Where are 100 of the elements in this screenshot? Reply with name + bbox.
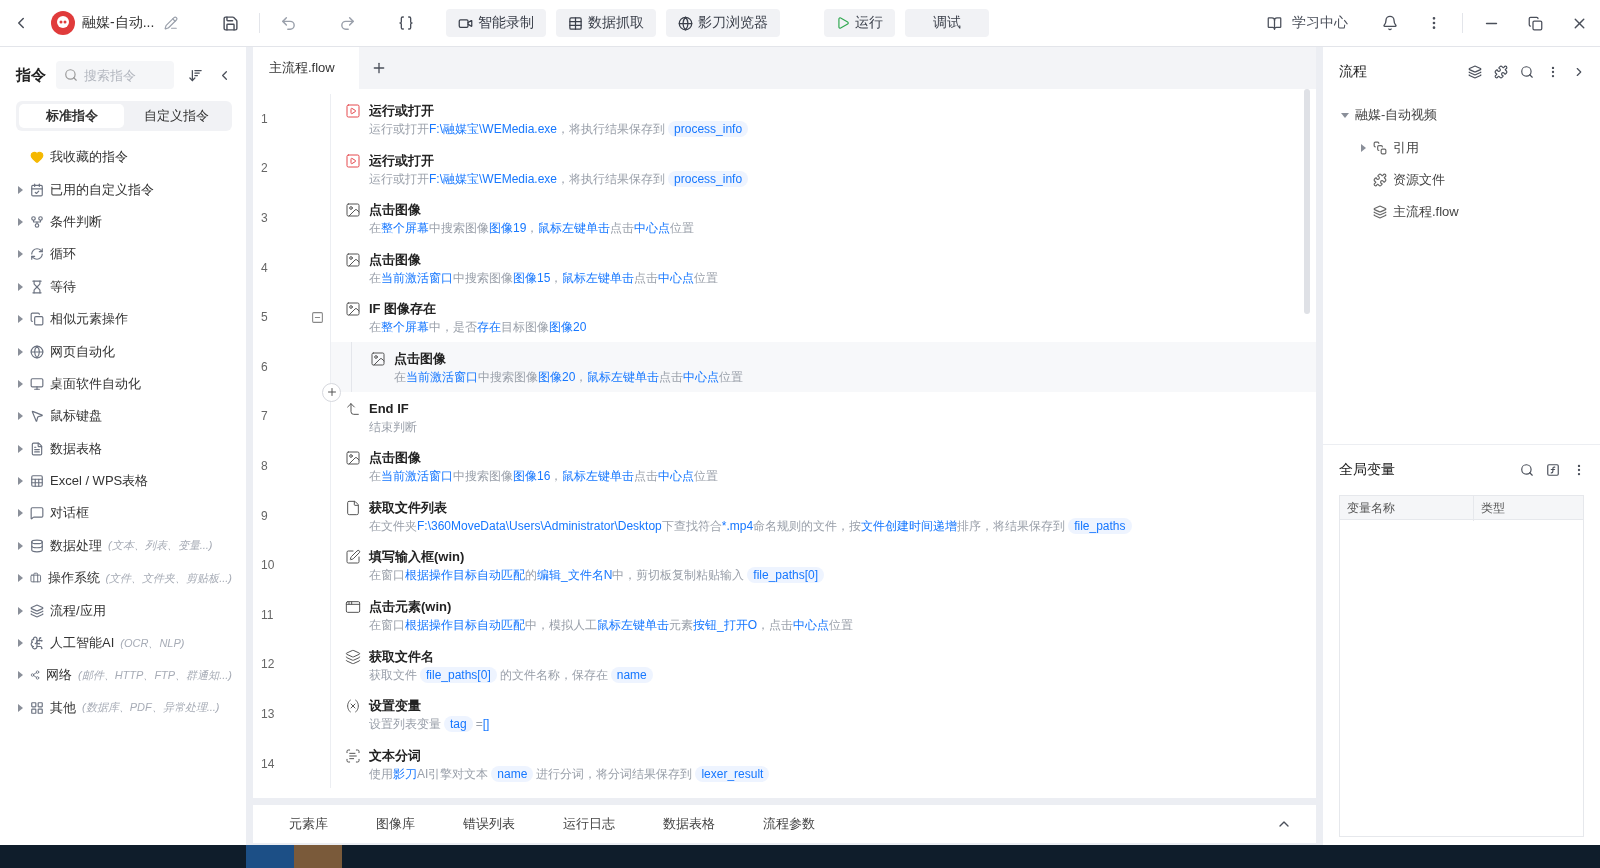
collapse-icon[interactable] (311, 310, 324, 324)
toolbar-button[interactable]: 智能录制 (446, 9, 547, 37)
tree-item[interactable]: 融媒-自动视频 (1355, 106, 1438, 125)
caret-icon[interactable] (16, 541, 24, 550)
copy-icon (30, 312, 44, 327)
braces-icon[interactable] (398, 15, 415, 31)
layers-icon[interactable] (1468, 65, 1482, 79)
command-category[interactable]: 网络 (46, 666, 72, 685)
caret-icon[interactable] (16, 250, 24, 259)
caret-icon[interactable] (16, 347, 24, 356)
panel-title: 流程 (1339, 63, 1367, 81)
step-description: 在窗口根据操作目标自动匹配的编辑_文件名N中，剪切板复制粘贴输入 file_paths[0] (369, 565, 828, 586)
restore-icon[interactable] (1528, 15, 1543, 31)
command-category[interactable]: 相似元素操作 (50, 310, 128, 329)
caret-icon[interactable] (16, 282, 24, 291)
command-category[interactable]: 等待 (50, 277, 76, 296)
puzzle-icon (1373, 172, 1387, 187)
panel-tab[interactable]: 运行日志 (551, 815, 627, 833)
caret-icon[interactable] (16, 574, 24, 583)
grid-icon (30, 700, 44, 715)
caret-icon[interactable] (16, 639, 24, 648)
command-category[interactable]: 数据表格 (50, 439, 102, 458)
caret-icon[interactable] (16, 315, 24, 324)
toolbar-button[interactable]: 影刀浏览器 (666, 9, 781, 37)
play-icon (345, 103, 361, 119)
command-category[interactable]: 我收藏的指令 (50, 148, 128, 167)
panel-tab[interactable]: 错误列表 (451, 815, 527, 833)
command-category[interactable]: 人工智能AI (50, 634, 115, 653)
branch-icon (30, 214, 44, 229)
tree-item[interactable]: 主流程.flow (1393, 203, 1459, 222)
command-category[interactable]: 已用的自定义指令 (50, 180, 154, 199)
caret-icon[interactable] (16, 703, 24, 712)
step-description: 在当前激活窗口中搜索图像图像20，鼠标左键单击点击中心点位置 (394, 368, 744, 386)
command-category[interactable]: 对话框 (50, 504, 89, 523)
caret-icon[interactable] (16, 185, 24, 194)
step-description: 在当前激活窗口中搜索图像图像16，鼠标左键单击点击中心点位置 (369, 468, 719, 486)
puzzle-icon[interactable] (1494, 65, 1508, 79)
command-category[interactable]: 条件判断 (50, 212, 102, 231)
tab[interactable]: 标准指令 (19, 104, 124, 128)
caret-icon[interactable] (1341, 111, 1349, 120)
step-title: 设置变量 (369, 697, 422, 715)
command-category[interactable]: 数据处理 (50, 536, 102, 555)
category-hint: (数据库、PDF、异常处理...) (82, 700, 220, 716)
step-title: 文本分词 (369, 746, 422, 764)
bell-icon[interactable] (1382, 15, 1398, 31)
command-category[interactable]: Excel / WPS表格 (50, 472, 149, 491)
undo-icon[interactable] (280, 14, 298, 32)
command-category[interactable]: 操作系统 (47, 569, 100, 588)
learning-center-link[interactable]: 学习中心 (1288, 10, 1352, 36)
panel-tab[interactable]: 数据表格 (651, 815, 727, 833)
redo-icon[interactable] (339, 14, 357, 32)
caret-icon[interactable] (16, 217, 24, 226)
tab[interactable]: 自定义指令 (124, 104, 229, 128)
caret-icon[interactable] (16, 509, 24, 518)
debug-button[interactable]: 调试 (905, 9, 990, 37)
line-number: 3 (261, 211, 268, 225)
tree-item[interactable]: 资源文件 (1393, 170, 1445, 189)
search-icon[interactable] (1520, 463, 1534, 477)
command-category[interactable]: 鼠标键盘 (50, 407, 102, 426)
tree-item[interactable]: 引用 (1393, 138, 1419, 157)
search-icon[interactable] (1520, 65, 1534, 79)
command-category[interactable]: 网页自动化 (50, 342, 115, 361)
run-button[interactable]: 运行 (824, 9, 896, 37)
step-description: 运行或打开F:\融媒宝\WEMedia.exe，将执行结果保存到 process_info (369, 119, 752, 139)
caret-icon[interactable] (16, 606, 24, 615)
panel-tab[interactable]: 元素库 (277, 815, 340, 833)
step-description: 运行或打开F:\融媒宝\WEMedia.exe，将执行结果保存到 process_info (369, 168, 752, 189)
caret-icon[interactable] (16, 412, 24, 421)
save-icon[interactable] (222, 14, 240, 32)
search-field[interactable]: 搜索指令 (56, 61, 174, 89)
step-title: 获取文件列表 (369, 498, 448, 516)
command-category[interactable]: 桌面软件自动化 (50, 374, 141, 393)
command-category[interactable]: 流程/应用 (50, 601, 106, 620)
command-category[interactable]: 循环 (50, 245, 76, 264)
panel-tab[interactable]: 图像库 (364, 815, 427, 833)
caret-icon[interactable] (1359, 143, 1367, 152)
play-icon (345, 152, 361, 169)
caret-icon[interactable] (16, 671, 24, 680)
robot-logo-icon (50, 10, 76, 36)
file-tab[interactable]: 主流程.flow (253, 47, 359, 89)
heart-icon (30, 150, 44, 165)
caret-icon[interactable] (16, 379, 24, 388)
command-category[interactable]: 其他 (50, 698, 76, 717)
pencil-icon[interactable] (164, 16, 179, 30)
scan-text-icon (345, 747, 361, 764)
scrollbar[interactable] (1304, 89, 1310, 314)
share-icon (30, 668, 40, 683)
toolbar-button[interactable]: 数据抓取 (556, 9, 657, 37)
sheet-icon (30, 474, 44, 489)
window-icon (345, 598, 361, 615)
edit-icon (345, 549, 361, 566)
caret-icon[interactable] (16, 477, 24, 486)
sort-icon[interactable] (188, 67, 203, 83)
book-icon[interactable] (1267, 15, 1282, 31)
step-description: 使用影刀AI引擎对文本 name 进行分词，将分词结果保存到 lexer_result (369, 763, 773, 784)
loop-icon (30, 247, 44, 262)
caret-icon[interactable] (16, 444, 24, 453)
function-icon[interactable] (1546, 463, 1560, 477)
step-title: End IF (369, 399, 410, 417)
panel-tab[interactable]: 流程参数 (751, 815, 827, 833)
